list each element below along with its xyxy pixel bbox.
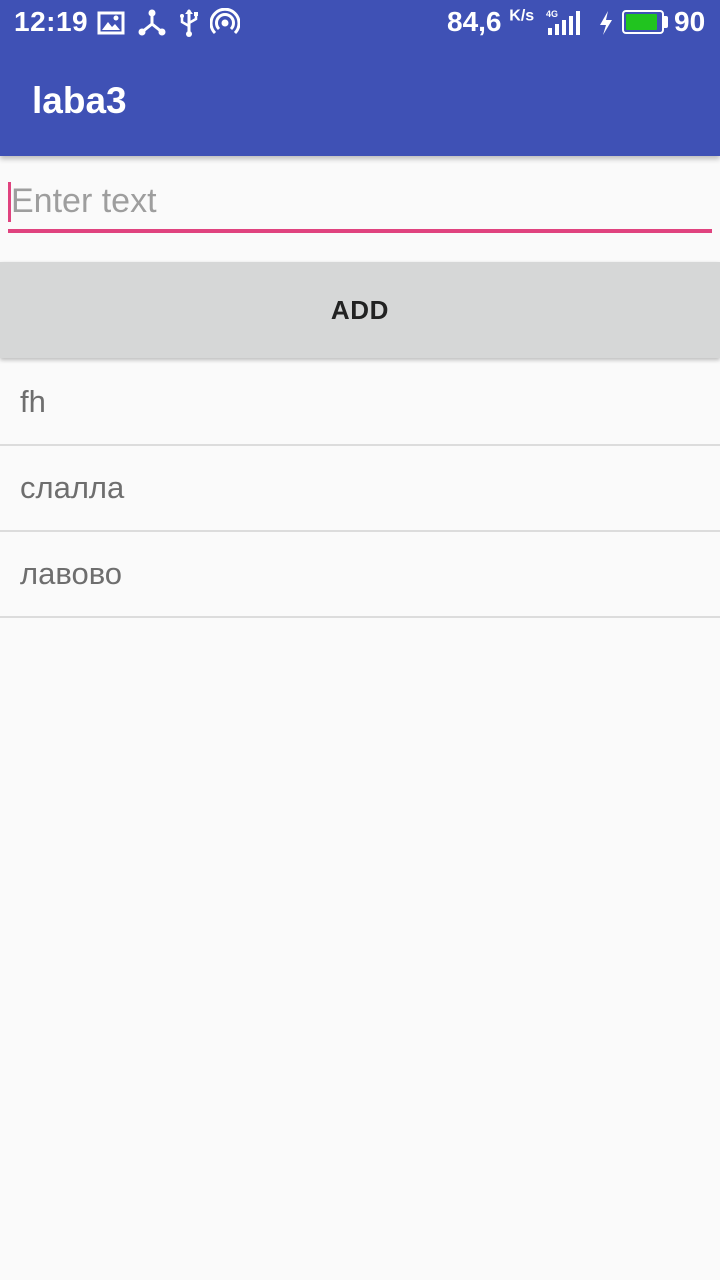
signal-icon: 4G <box>546 8 584 38</box>
network-type-label: 4G <box>546 9 558 19</box>
battery-level: 90 <box>674 6 706 37</box>
status-bar: 12:19 84,6 K/s 4G 90 <box>0 0 720 46</box>
list-item[interactable]: слалла <box>0 446 720 532</box>
list-item-label: fh <box>20 384 46 419</box>
network-speed-unit: K/s <box>509 7 535 25</box>
items-list: fh слалла лавово <box>0 360 720 618</box>
list-item[interactable]: лавово <box>0 532 720 618</box>
input-underline <box>8 229 712 233</box>
share-icon <box>137 8 167 38</box>
network-speed: 84,6 K/s <box>447 6 534 38</box>
charging-icon <box>596 8 616 38</box>
image-icon <box>96 8 126 38</box>
usb-icon <box>174 8 204 38</box>
network-speed-value: 84,6 <box>447 6 502 37</box>
battery-fill <box>626 14 657 30</box>
list-item-label: лавово <box>20 556 123 591</box>
list-item[interactable]: fh <box>0 360 720 446</box>
app-bar: 12:19 84,6 K/s 4G 90 laba3 <box>0 0 720 156</box>
status-time: 12:19 <box>14 6 89 37</box>
app-title: laba3 <box>32 80 127 121</box>
text-input[interactable] <box>8 172 712 230</box>
battery-icon <box>622 10 664 34</box>
add-button[interactable]: ADD <box>0 262 720 358</box>
text-cursor <box>8 182 11 222</box>
hotspot-icon <box>210 8 240 38</box>
battery-tip <box>664 16 668 28</box>
text-input-field[interactable] <box>8 172 712 234</box>
list-item-label: слалла <box>20 470 125 505</box>
